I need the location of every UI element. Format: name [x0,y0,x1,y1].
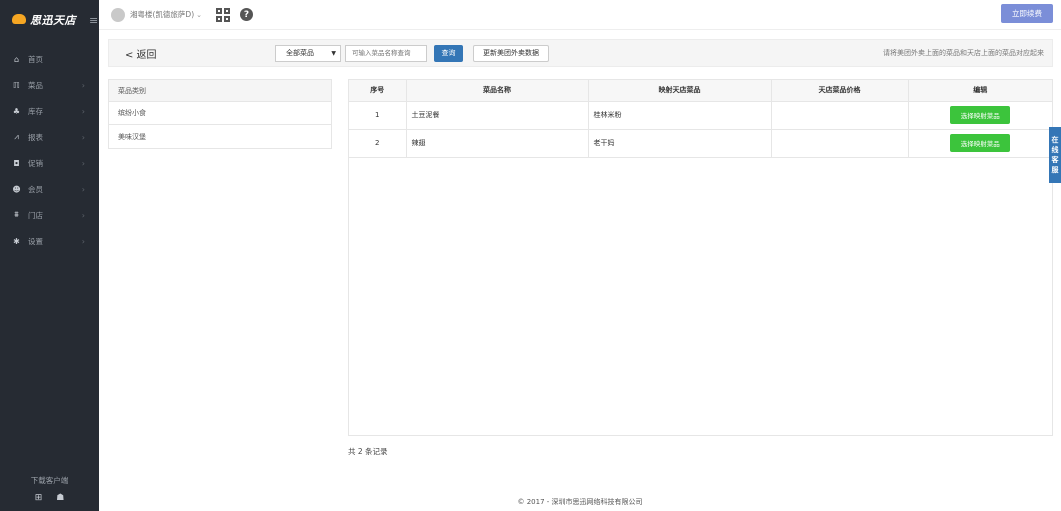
bank-icon: ⩩ [14,210,19,219]
service-tab-char: 服 [1051,166,1059,174]
gear-icon: ✱ [13,236,20,246]
caret-down-icon: ▼ [331,49,336,57]
online-service-tab[interactable]: 在 线 客 服 [1049,127,1061,183]
category-select-value: 全部菜品 [286,49,314,57]
edit-cell: 选择映射菜品 [908,101,1052,130]
avatar[interactable] [111,7,125,22]
column-header: 映射天店菜品 [588,80,772,102]
sidebar-item-label: 库存 [28,106,43,116]
record-count: 共 2 条记录 [348,447,388,456]
footer-copyright: © 2017 - 深圳市思迅网络科技有限公司 [517,498,643,506]
sidebar-item-label: 促销 [28,158,43,168]
android-icon[interactable]: ☗ [56,493,64,503]
sidebar-item-label: 门店 [28,210,43,220]
home-icon: ⌂ [13,54,20,64]
qr-code-icon[interactable] [216,7,231,22]
inventory-icon: ♣ [12,106,21,116]
fork-knife-icon: ℿ [13,80,20,90]
sidebar-item-label: 会员 [28,184,43,194]
sidebar-item-dishes[interactable]: ℿ 菜品 › [0,72,99,98]
column-header: 天店菜品价格 [771,80,909,102]
logo-text: 思迅天店 [30,14,76,27]
sidebar-item-members[interactable]: ☻ 会员 › [0,176,99,202]
sidebar-item-promotions[interactable]: ◘ 促销 › [0,150,99,176]
service-tab-char: 线 [1051,146,1059,154]
table-header-row: 序号 菜品名称 映射天店菜品 天店菜品价格 编辑 [349,80,1052,102]
mapped-dish: 老干妈 [588,129,772,158]
chevron-down-icon[interactable]: ⌄ [196,11,202,19]
hint-text: 请将美团外卖上面的菜品和天店上面的菜品对应起来 [883,49,1044,57]
filter-bar: < 返回 全部菜品 ▼ 查询 更新美团外卖数据 请将美团外卖上面的菜品和天店上面… [108,39,1053,67]
dish-table-panel: 序号 菜品名称 映射天店菜品 天店菜品价格 编辑 1 土豆泥餐 桂林米粉 选择映… [348,79,1053,436]
sidebar: 思迅天店 ≡ ⌂ 首页 ℿ 菜品 › ♣ 库存 › ⩘ 报表 › ◘ 促销 › … [0,0,99,511]
table-row: 1 土豆泥餐 桂林米粉 选择映射菜品 [349,101,1052,130]
download-label: 下载客户端 [30,476,69,485]
category-select[interactable]: 全部菜品 ▼ [275,44,341,62]
query-button[interactable]: 查询 [434,44,463,62]
category-item[interactable]: 缤纷小食 [109,102,331,125]
select-mapping-button[interactable]: 选择映射菜品 [950,134,1011,152]
dish-price [771,101,909,130]
chevron-right-icon: › [81,184,85,194]
column-header: 编辑 [908,80,1052,102]
table-row: 2 辣翅 老干妈 选择映射菜品 [349,129,1052,158]
store-name[interactable]: 湘粤楼(凯德旅萨D) [130,9,194,20]
category-panel: 菜品类别 缤纷小食 美味汉堡 [108,79,332,149]
column-header: 序号 [349,80,407,102]
sidebar-item-label: 首页 [28,54,43,64]
category-item[interactable]: 美味汉堡 [109,125,331,148]
edit-cell: 选择映射菜品 [908,129,1052,158]
sidebar-menu: ⌂ 首页 ℿ 菜品 › ♣ 库存 › ⩘ 报表 › ◘ 促销 › ☻ 会员 › [0,46,99,254]
sidebar-item-label: 菜品 [28,80,43,90]
sidebar-item-home[interactable]: ⌂ 首页 [0,46,99,72]
sidebar-item-reports[interactable]: ⩘ 报表 › [0,124,99,150]
download-client: 下载客户端 ⊞ ☗ [0,475,99,511]
category-header: 菜品类别 [109,80,331,102]
sidebar-item-label: 报表 [28,132,43,142]
sidebar-item-label: 设置 [28,236,43,246]
sidebar-item-settings[interactable]: ✱ 设置 › [0,228,99,254]
chevron-right-icon: › [81,80,85,90]
service-tab-char: 在 [1051,136,1059,144]
windows-icon[interactable]: ⊞ [35,493,43,503]
mapped-dish: 桂林米粉 [588,101,772,130]
download-icons: ⊞ ☗ [0,493,99,503]
help-icon[interactable]: ? [240,8,254,21]
row-index: 2 [349,129,407,158]
column-header: 菜品名称 [406,80,589,102]
chevron-right-icon: › [81,210,85,220]
dish-price [771,129,909,158]
dish-name: 辣翅 [406,129,589,158]
chevron-right-icon: › [81,132,85,142]
row-index: 1 [349,101,407,130]
gift-icon: ◘ [13,158,20,168]
dish-name: 土豆泥餐 [406,101,589,130]
chevron-right-icon: › [81,236,85,246]
chevron-right-icon: › [81,106,85,116]
search-input[interactable] [345,44,427,62]
service-tab-char: 客 [1051,156,1059,164]
sidebar-item-stores[interactable]: ⩩ 门店 › [0,202,99,228]
top-bar: 湘粤楼(凯德旅萨D) ⌄ ? 立即续费 [99,0,1061,30]
renew-button[interactable]: 立即续费 [1001,4,1053,23]
back-link[interactable]: < 返回 [125,46,275,61]
logo[interactable]: 思迅天店 ≡ [0,0,99,40]
chart-line-icon: ⩘ [14,132,19,141]
hamburger-icon[interactable]: ≡ [89,14,98,27]
select-mapping-button[interactable]: 选择映射菜品 [950,106,1011,124]
chevron-right-icon: › [81,158,85,168]
cloud-logo-icon [12,14,26,24]
update-meituan-button[interactable]: 更新美团外卖数据 [473,44,549,62]
sidebar-item-inventory[interactable]: ♣ 库存 › [0,98,99,124]
members-icon: ☻ [12,184,21,194]
dish-table: 序号 菜品名称 映射天店菜品 天店菜品价格 编辑 1 土豆泥餐 桂林米粉 选择映… [349,80,1052,158]
